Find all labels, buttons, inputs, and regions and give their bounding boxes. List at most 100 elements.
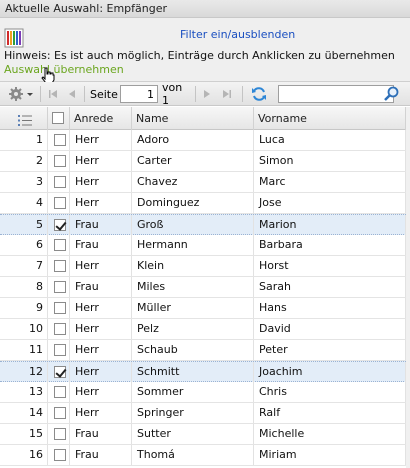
row-checkbox[interactable]	[54, 323, 66, 335]
refresh-icon[interactable]	[250, 86, 268, 102]
table-row[interactable]: 15 Frau Sutter Michelle	[0, 424, 410, 445]
row-select-cell[interactable]	[48, 193, 70, 213]
row-select-cell[interactable]	[48, 277, 70, 297]
table-row[interactable]: 4 Herr Dominguez Jose	[0, 193, 410, 214]
row-checkbox[interactable]	[54, 449, 66, 461]
row-checkbox[interactable]	[54, 176, 66, 188]
row-select-cell[interactable]	[48, 235, 70, 255]
table-row[interactable]: 3 Herr Chavez Marc	[0, 172, 410, 193]
row-checkbox[interactable]	[54, 366, 66, 378]
row-checkbox[interactable]	[54, 344, 66, 356]
row-select-cell[interactable]	[48, 172, 70, 192]
table-row[interactable]: 5 Frau Groß Marion	[0, 214, 410, 235]
row-number: 11	[0, 340, 48, 360]
row-checkbox[interactable]	[54, 260, 66, 272]
cell-anrede: Herr	[70, 256, 132, 276]
cell-anrede: Herr	[70, 362, 132, 382]
first-page-icon[interactable]	[46, 86, 60, 102]
column-header-vorname[interactable]: Vorname	[254, 107, 406, 130]
column-header-number[interactable]	[0, 107, 48, 130]
row-select-cell[interactable]	[48, 319, 70, 339]
row-number: 6	[0, 235, 48, 255]
grid-body: 1 Herr Adoro Luca 2 Herr Carter Simon 3 Herr Chave…	[0, 130, 410, 466]
cell-name: Pelz	[132, 319, 254, 339]
row-number: 5	[0, 215, 48, 235]
next-page-icon[interactable]	[201, 86, 213, 102]
cell-name: Chavez	[132, 172, 254, 192]
cell-vorname: Michelle	[254, 424, 406, 444]
row-select-cell[interactable]	[48, 130, 70, 150]
row-select-cell[interactable]	[48, 445, 70, 465]
page-count-label: von 1	[162, 81, 183, 107]
columns-icon[interactable]	[4, 28, 24, 48]
take-over-link[interactable]: Auswahl übernehmen	[4, 63, 124, 76]
cell-name: Thomá	[132, 445, 254, 465]
column-header-anrede[interactable]: Anrede	[70, 107, 132, 130]
row-checkbox[interactable]	[54, 302, 66, 314]
table-row[interactable]: 9 Herr Müller Hans	[0, 298, 410, 319]
row-checkbox[interactable]	[54, 155, 66, 167]
column-header-name[interactable]: Name	[132, 107, 254, 130]
table-row[interactable]: 2 Herr Carter Simon	[0, 151, 410, 172]
cell-name: Sommer	[132, 382, 254, 402]
gear-icon[interactable]	[8, 86, 34, 102]
row-checkbox[interactable]	[54, 407, 66, 419]
row-checkbox[interactable]	[54, 134, 66, 146]
table-row[interactable]: 8 Frau Miles Sarah	[0, 277, 410, 298]
page-number-input[interactable]	[120, 85, 158, 103]
table-row[interactable]: 6 Frau Hermann Barbara	[0, 235, 410, 256]
table-row[interactable]: 13 Herr Sommer Chris	[0, 382, 410, 403]
row-checkbox[interactable]	[54, 239, 66, 251]
row-select-cell[interactable]	[48, 362, 70, 382]
row-number: 14	[0, 403, 48, 423]
table-row[interactable]: 14 Herr Springer Ralf	[0, 403, 410, 424]
table-row[interactable]: 16 Frau Thomá Miriam	[0, 445, 410, 466]
cell-name: Hermann	[132, 235, 254, 255]
prev-page-icon[interactable]	[66, 86, 78, 102]
row-select-cell[interactable]	[48, 151, 70, 171]
row-select-cell[interactable]	[48, 215, 70, 235]
row-checkbox[interactable]	[54, 386, 66, 398]
search-input[interactable]	[278, 85, 394, 103]
row-select-cell[interactable]	[48, 256, 70, 276]
cell-name: Sutter	[132, 424, 254, 444]
filter-toggle-link[interactable]: Filter ein/ausblenden	[180, 28, 295, 41]
row-checkbox[interactable]	[54, 219, 66, 231]
row-select-cell[interactable]	[48, 424, 70, 444]
row-number: 12	[0, 362, 48, 382]
cell-vorname: Peter	[254, 340, 406, 360]
row-select-cell[interactable]	[48, 298, 70, 318]
cell-vorname: David	[254, 319, 406, 339]
row-select-cell[interactable]	[48, 403, 70, 423]
page-label: Seite	[90, 87, 118, 101]
cell-vorname: Jose	[254, 193, 406, 213]
paging-toolbar: Seite von 1	[0, 81, 410, 107]
cell-name: Müller	[132, 298, 254, 318]
scrollbar[interactable]	[406, 107, 410, 468]
last-page-icon[interactable]	[220, 86, 234, 102]
row-checkbox[interactable]	[54, 428, 66, 440]
row-checkbox[interactable]	[54, 281, 66, 293]
row-checkbox[interactable]	[54, 197, 66, 209]
search-icon[interactable]	[383, 85, 401, 103]
table-row[interactable]: 11 Herr Schaub Peter	[0, 340, 410, 361]
select-all-checkbox[interactable]	[52, 112, 64, 124]
column-header-select-all[interactable]	[48, 107, 70, 130]
top-panel: Filter ein/ausblenden Hinweis: Es ist au…	[0, 18, 410, 84]
table-row[interactable]: 10 Herr Pelz David	[0, 319, 410, 340]
cell-anrede: Herr	[70, 172, 132, 192]
cell-vorname: Hans	[254, 298, 406, 318]
table-row[interactable]: 12 Herr Schmitt Joachim	[0, 361, 410, 382]
cell-vorname: Chris	[254, 382, 406, 402]
cell-anrede: Herr	[70, 130, 132, 150]
cell-name: Schmitt	[132, 362, 254, 382]
table-row[interactable]: 7 Herr Klein Horst	[0, 256, 410, 277]
row-select-cell[interactable]	[48, 340, 70, 360]
cell-vorname: Marion	[254, 215, 406, 235]
table-row[interactable]: 1 Herr Adoro Luca	[0, 130, 410, 151]
cell-name: Schaub	[132, 340, 254, 360]
row-select-cell[interactable]	[48, 382, 70, 402]
cell-vorname: Simon	[254, 151, 406, 171]
cell-anrede: Herr	[70, 319, 132, 339]
row-number: 15	[0, 424, 48, 444]
